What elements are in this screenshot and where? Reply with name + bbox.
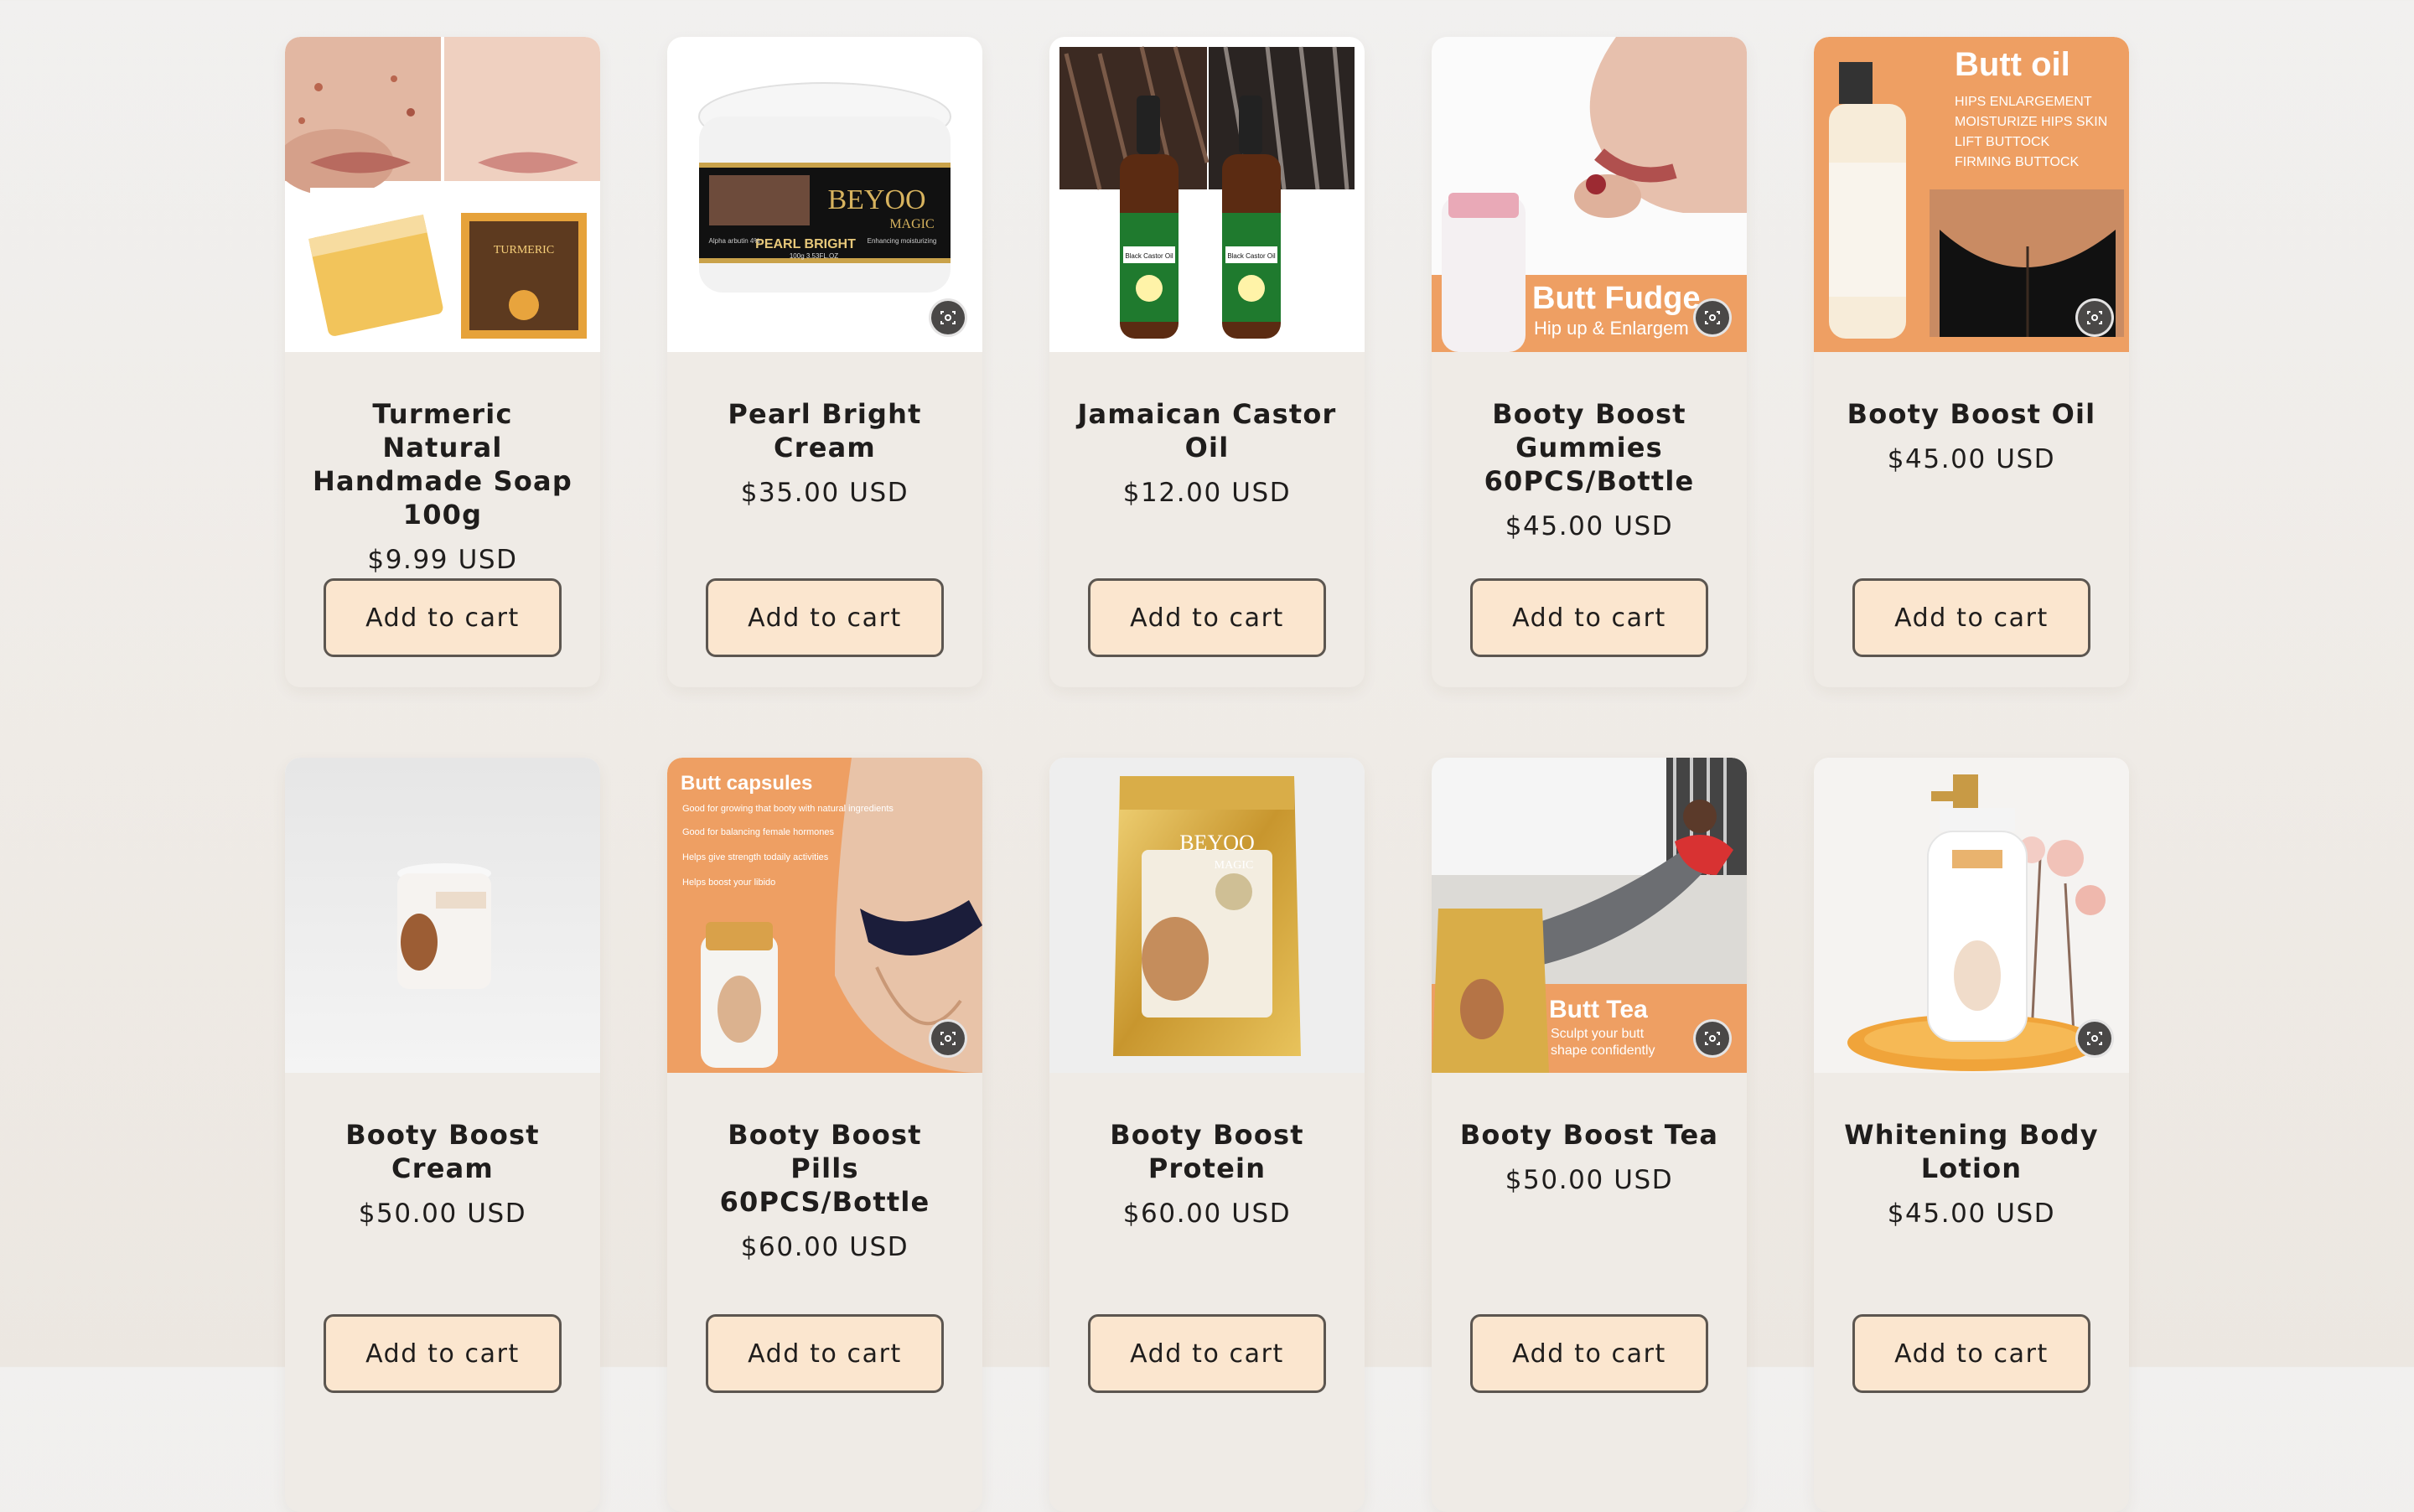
product-title[interactable]: Whitening Body Lotion: [1837, 1118, 2106, 1185]
product-price: $50.00 USD: [358, 1199, 527, 1229]
image-search-icon[interactable]: [1693, 298, 1732, 337]
product-title[interactable]: Booty Boost Pills 60PCS/Bottle: [691, 1118, 959, 1219]
svg-text:MOISTURIZE HIPS SKIN: MOISTURIZE HIPS SKIN: [1955, 115, 2107, 129]
product-info: Whitening Body Lotion $45.00 USD: [1814, 1073, 2129, 1229]
svg-text:Butt oil: Butt oil: [1955, 46, 2070, 83]
product-price: $12.00 USD: [1122, 478, 1292, 508]
product-info: Turmeric Natural Handmade Soap 100g $9.9…: [285, 352, 600, 575]
product-card: BEYOO MAGIC Booty Boost Protein $60.00 U…: [1049, 758, 1365, 1512]
product-image[interactable]: Butt Fudge Hip up & Enlargem: [1432, 37, 1747, 352]
product-grid: TURMERIC Turmeric Natural Handmade Soap …: [285, 37, 2129, 1512]
product-card: Butt capsules Good for growing that boot…: [667, 758, 982, 1512]
product-title[interactable]: Booty Boost Protein: [1073, 1118, 1341, 1185]
svg-text:Sculpt your butt: Sculpt your butt: [1551, 1027, 1645, 1041]
product-title[interactable]: Booty Boost Cream: [308, 1118, 577, 1185]
product-image[interactable]: [285, 758, 600, 1073]
svg-text:MAGIC: MAGIC: [889, 217, 934, 231]
product-price: $35.00 USD: [740, 478, 909, 508]
product-price: $45.00 USD: [1505, 511, 1674, 541]
image-brand: BEYOO: [827, 184, 925, 215]
image-search-icon[interactable]: [2075, 298, 2114, 337]
svg-text:TURMERIC: TURMERIC: [494, 244, 554, 256]
svg-text:Butt Tea: Butt Tea: [1549, 996, 1648, 1023]
product-image[interactable]: Butt capsules Good for growing that boot…: [667, 758, 982, 1073]
add-to-cart-button[interactable]: Add to cart: [1470, 1314, 1708, 1393]
svg-text:BEYOO: BEYOO: [1179, 831, 1255, 855]
product-info: Booty Boost Tea $50.00 USD: [1432, 1073, 1747, 1195]
product-card: Butt oil HIPS ENLARGEMENT MOISTURIZE HIP…: [1814, 37, 2129, 687]
product-card: Whitening Body Lotion $45.00 USD Add to …: [1814, 758, 2129, 1512]
product-price: $50.00 USD: [1505, 1165, 1674, 1195]
product-title[interactable]: Booty Boost Gummies 60PCS/Bottle: [1455, 397, 1723, 498]
svg-text:FIRMING BUTTOCK: FIRMING BUTTOCK: [1955, 155, 2079, 169]
image-search-icon[interactable]: [929, 1019, 967, 1058]
svg-text:Hip up & Enlargem: Hip up & Enlargem: [1534, 318, 1689, 339]
add-to-cart-button[interactable]: Add to cart: [1852, 1314, 2090, 1393]
product-card: TURMERIC Turmeric Natural Handmade Soap …: [285, 37, 600, 687]
product-info: Booty Boost Oil $45.00 USD: [1814, 352, 2129, 474]
product-image[interactable]: Butt Tea Sculpt your butt shape confiden…: [1432, 758, 1747, 1073]
product-info: Jamaican Castor Oil $12.00 USD: [1049, 352, 1365, 508]
svg-text:MAGIC: MAGIC: [1215, 859, 1254, 872]
product-image[interactable]: TURMERIC: [285, 37, 600, 352]
product-image[interactable]: Butt oil HIPS ENLARGEMENT MOISTURIZE HIP…: [1814, 37, 2129, 352]
add-to-cart-button[interactable]: Add to cart: [324, 1314, 562, 1393]
add-to-cart-button[interactable]: Add to cart: [1088, 578, 1326, 657]
svg-text:Good for growing that booty wi: Good for growing that booty with natural…: [682, 804, 894, 814]
product-title[interactable]: Booty Boost Tea: [1455, 1118, 1723, 1152]
product-title[interactable]: Pearl Bright Cream: [691, 397, 959, 464]
product-info: Booty Boost Pills 60PCS/Bottle $60.00 US…: [667, 1073, 982, 1262]
product-image[interactable]: BEYOO MAGIC: [1049, 758, 1365, 1073]
svg-text:Alpha arbutin 4%: Alpha arbutin 4%: [709, 237, 760, 245]
image-search-icon[interactable]: [929, 298, 967, 337]
product-image[interactable]: BEYOO MAGIC PEARL BRIGHT Alpha arbutin 4…: [667, 37, 982, 352]
svg-text:HIPS ENLARGEMENT: HIPS ENLARGEMENT: [1955, 95, 2092, 109]
svg-text:shape confidently: shape confidently: [1551, 1043, 1655, 1058]
product-info: Pearl Bright Cream $35.00 USD: [667, 352, 982, 508]
product-info: Booty Boost Gummies 60PCS/Bottle $45.00 …: [1432, 352, 1747, 541]
product-title[interactable]: Booty Boost Oil: [1837, 397, 2106, 431]
product-title[interactable]: Turmeric Natural Handmade Soap 100g: [308, 397, 577, 531]
add-to-cart-button[interactable]: Add to cart: [706, 578, 944, 657]
svg-text:Butt Fudge: Butt Fudge: [1532, 281, 1701, 316]
product-info: Booty Boost Cream $50.00 USD: [285, 1073, 600, 1229]
product-image[interactable]: [1814, 758, 2129, 1073]
product-title[interactable]: Jamaican Castor Oil: [1073, 397, 1341, 464]
add-to-cart-button[interactable]: Add to cart: [1088, 1314, 1326, 1393]
add-to-cart-button[interactable]: Add to cart: [1470, 578, 1708, 657]
add-to-cart-button[interactable]: Add to cart: [324, 578, 562, 657]
product-price: $45.00 USD: [1887, 1199, 2056, 1229]
product-price: $45.00 USD: [1887, 444, 2056, 474]
svg-text:Black Castor Oil: Black Castor Oil: [1125, 252, 1173, 260]
add-to-cart-button[interactable]: Add to cart: [1852, 578, 2090, 657]
svg-text:Black Castor Oil: Black Castor Oil: [1227, 252, 1276, 260]
add-to-cart-button[interactable]: Add to cart: [706, 1314, 944, 1393]
product-card: Black Castor Oil Black Castor Oil Jamaic…: [1049, 37, 1365, 687]
product-price: $60.00 USD: [1122, 1199, 1292, 1229]
product-card: Butt Fudge Hip up & Enlargem Booty Boost…: [1432, 37, 1747, 687]
product-card: BEYOO MAGIC PEARL BRIGHT Alpha arbutin 4…: [667, 37, 982, 687]
product-card: Booty Boost Cream $50.00 USD Add to cart: [285, 758, 600, 1512]
product-price: $60.00 USD: [740, 1232, 909, 1262]
image-search-icon[interactable]: [2075, 1019, 2114, 1058]
svg-text:Good for balancing female horm: Good for balancing female hormones: [682, 827, 834, 837]
product-info: Booty Boost Protein $60.00 USD: [1049, 1073, 1365, 1229]
product-card: Butt Tea Sculpt your butt shape confiden…: [1432, 758, 1747, 1512]
svg-text:Enhancing moisturizing: Enhancing moisturizing: [868, 237, 937, 245]
image-search-icon[interactable]: [1693, 1019, 1732, 1058]
svg-text:Butt capsules: Butt capsules: [681, 772, 812, 795]
product-image[interactable]: Black Castor Oil Black Castor Oil: [1049, 37, 1365, 352]
svg-text:Helps give strength todaily ac: Helps give strength todaily activities: [682, 852, 829, 862]
svg-text:PEARL BRIGHT: PEARL BRIGHT: [755, 237, 856, 251]
svg-text:LIFT BUTTOCK: LIFT BUTTOCK: [1955, 135, 2050, 149]
svg-text:100g 3.53FL.OZ: 100g 3.53FL.OZ: [790, 252, 838, 260]
svg-text:Helps boost your libido: Helps boost your libido: [682, 878, 775, 888]
product-price: $9.99 USD: [367, 545, 518, 575]
